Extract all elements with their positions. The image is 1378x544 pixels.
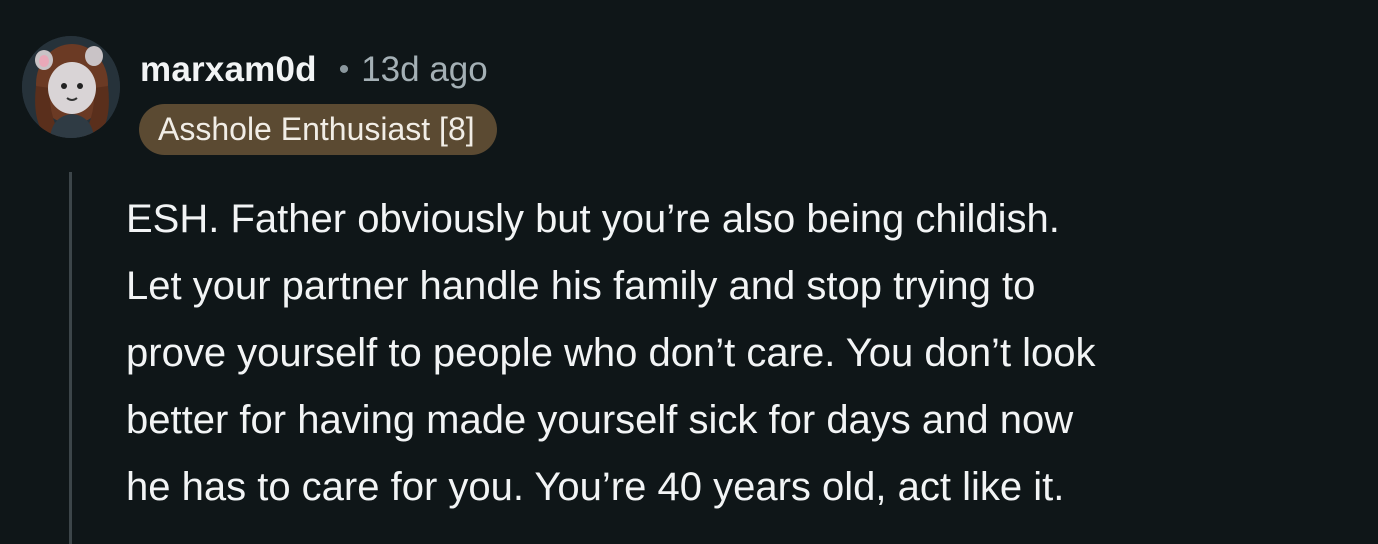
user-flair-label: Asshole Enthusiast [8] [158, 111, 475, 147]
comment-body-line: ESH. Father obviously but you’re also be… [126, 197, 1060, 241]
user-flair-badge: Asshole Enthusiast [8] [139, 104, 497, 155]
thread-line[interactable] [69, 172, 72, 544]
comment-body-line: Let your partner handle his family and s… [126, 264, 1036, 308]
comment-body-line: he has to care for you. You’re 40 years … [126, 465, 1065, 509]
timestamp-link[interactable]: 13d ago [361, 50, 488, 90]
comment-body-line: better for having made yourself sick for… [126, 398, 1074, 442]
avatar[interactable] [22, 36, 120, 138]
avatar-icon [22, 36, 120, 138]
comment: marxam0d • 13d ago Asshole Enthusiast [8… [0, 0, 1378, 544]
comment-body-line: prove yourself to people who don’t care.… [126, 331, 1096, 375]
separator-dot: • [338, 53, 350, 86]
comment-header: marxam0d • 13d ago [140, 47, 488, 93]
comment-body: ESH. Father obviously but you’re also be… [126, 186, 1366, 521]
username-link[interactable]: marxam0d [140, 50, 317, 90]
